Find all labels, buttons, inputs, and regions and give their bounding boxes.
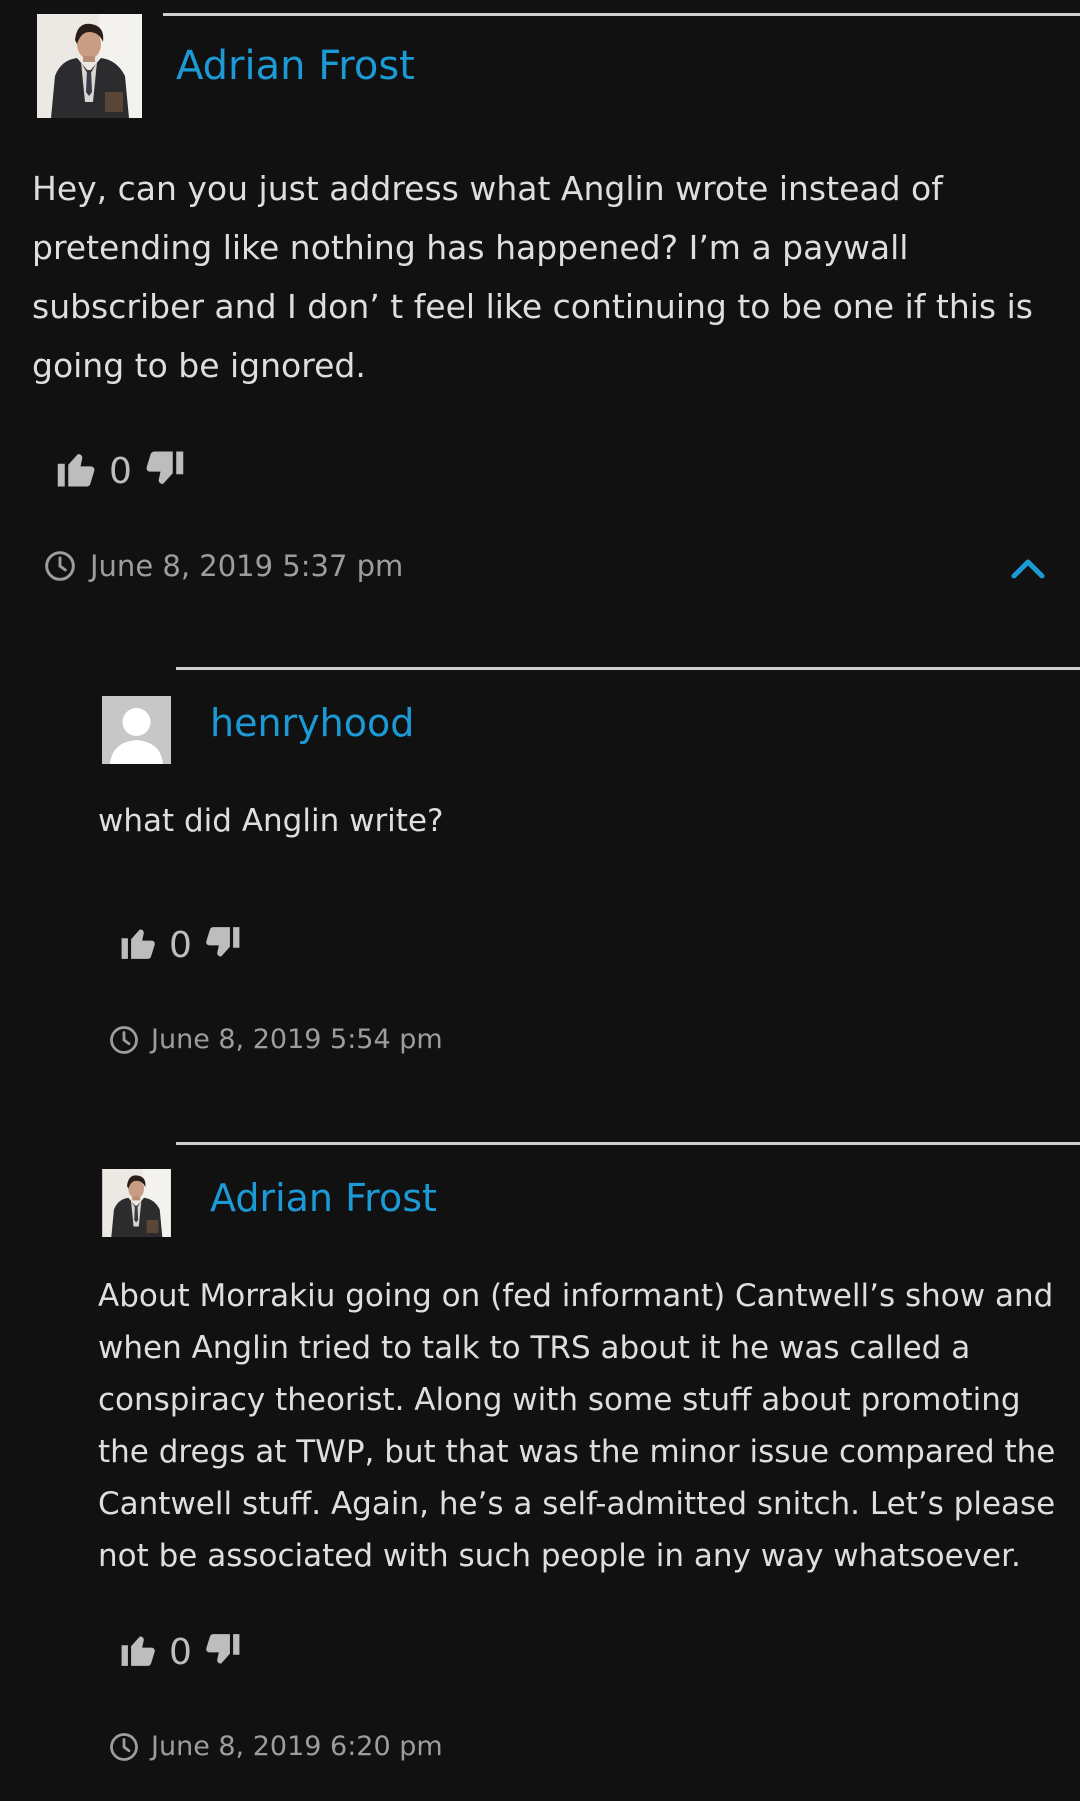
- vote-controls: 0: [119, 1627, 242, 1677]
- author-avatar[interactable]: [37, 14, 142, 118]
- comment-author-link[interactable]: Adrian Frost: [210, 1174, 437, 1222]
- comment-text: About Morrakiu going on (fed informant) …: [98, 1278, 1056, 1574]
- thumbs-down-icon[interactable]: [202, 1631, 242, 1673]
- comment-timestamp: June 8, 2019 5:54 pm: [109, 1024, 443, 1055]
- author-avatar[interactable]: [102, 696, 171, 764]
- comment-author-link[interactable]: Adrian Frost: [176, 42, 415, 90]
- chevron-up-icon[interactable]: [1010, 556, 1046, 584]
- thumbs-down-icon[interactable]: [142, 448, 186, 494]
- portrait-avatar-icon: [37, 14, 142, 118]
- clock-icon: [44, 550, 76, 582]
- vote-controls: 0: [119, 920, 242, 970]
- portrait-avatar-icon: [102, 1169, 171, 1237]
- thumbs-up-icon[interactable]: [119, 1631, 159, 1673]
- comment-divider: [176, 667, 1080, 670]
- timestamp-text: June 8, 2019 6:20 pm: [151, 1731, 443, 1762]
- comment-timestamp: June 8, 2019 5:37 pm: [44, 549, 403, 583]
- author-avatar[interactable]: [102, 1169, 171, 1237]
- clock-icon: [109, 1732, 139, 1762]
- thumbs-down-icon[interactable]: [202, 924, 242, 966]
- thumbs-up-icon[interactable]: [55, 448, 99, 494]
- clock-icon: [109, 1025, 139, 1055]
- vote-count: 0: [109, 450, 132, 492]
- comment-divider: [163, 13, 1080, 16]
- vote-count: 0: [169, 924, 192, 966]
- vote-count: 0: [169, 1631, 192, 1673]
- timestamp-text: June 8, 2019 5:37 pm: [90, 549, 404, 583]
- timestamp-text: June 8, 2019 5:54 pm: [151, 1024, 443, 1055]
- comment-author-link[interactable]: henryhood: [210, 699, 414, 747]
- comment-timestamp: June 8, 2019 6:20 pm: [109, 1731, 443, 1762]
- comment-divider: [176, 1142, 1080, 1145]
- thumbs-up-icon[interactable]: [119, 924, 159, 966]
- comment-text: Hey, can you just address what Anglin wr…: [32, 169, 1033, 385]
- comment-text: what did Anglin write?: [98, 803, 444, 839]
- vote-controls: 0: [55, 446, 186, 496]
- default-user-avatar-icon: [102, 696, 171, 764]
